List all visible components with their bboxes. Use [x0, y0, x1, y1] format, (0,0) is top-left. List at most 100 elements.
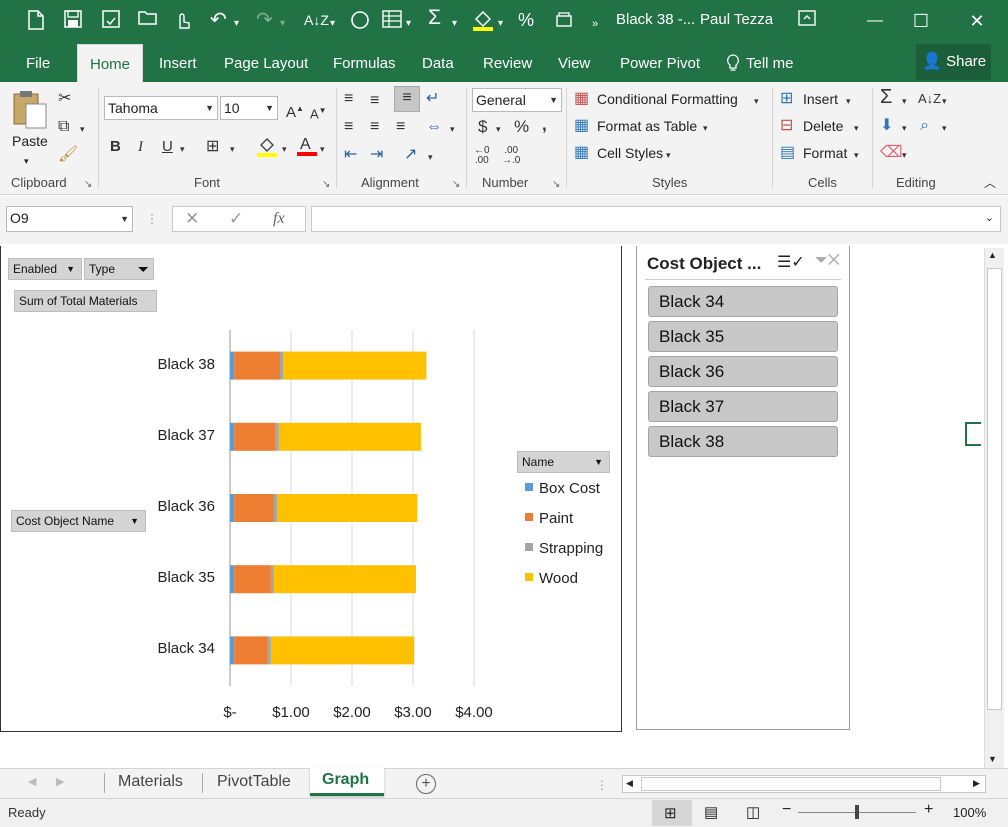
vertical-scroll-thumb[interactable]: [987, 268, 1002, 710]
share-button[interactable]: 👤 Share: [916, 44, 991, 80]
slicer[interactable]: Cost Object ... ☰✓ ⏷✕: [636, 246, 850, 730]
expand-formula-bar-icon[interactable]: ⌄: [985, 211, 994, 224]
bar-segment[interactable]: [230, 494, 235, 522]
collapse-ribbon-icon[interactable]: ︿: [984, 174, 996, 192]
cell-styles-dropdown-icon[interactable]: ▾: [666, 146, 671, 164]
clear-filter-icon[interactable]: ⏷✕: [815, 252, 840, 270]
italic-icon[interactable]: I: [138, 138, 143, 156]
bar-segment[interactable]: [278, 422, 421, 451]
percent-icon[interactable]: %: [514, 118, 529, 136]
bar-segment[interactable]: [273, 565, 417, 594]
format-dropdown-icon[interactable]: ▾: [854, 146, 859, 164]
sheet-tab-materials[interactable]: Materials: [118, 772, 183, 792]
bar-segment[interactable]: [267, 636, 271, 665]
vertical-scrollbar[interactable]: ▲ ▼: [984, 248, 1004, 768]
bar-segment[interactable]: [270, 565, 274, 594]
confirm-entry-icon[interactable]: ✓: [229, 210, 243, 228]
font-color-dropdown-icon[interactable]: ▾: [320, 140, 325, 158]
bar-segment[interactable]: [234, 565, 271, 594]
open-folder-icon[interactable]: [138, 10, 158, 31]
bar-segment[interactable]: [230, 422, 235, 451]
clear-icon[interactable]: ⌫: [880, 144, 903, 162]
ribbon-display-options-icon[interactable]: [798, 10, 816, 31]
copy-icon[interactable]: ⧉: [58, 118, 69, 136]
page-layout-view-icon[interactable]: ▤: [704, 803, 718, 821]
bar-segment[interactable]: [234, 351, 281, 380]
font-name-select[interactable]: Tahoma ▼: [104, 96, 218, 120]
insert-dropdown-icon[interactable]: ▾: [846, 92, 851, 110]
align-left-icon[interactable]: ≡: [344, 118, 353, 136]
merge-center-icon[interactable]: ⇔: [426, 118, 442, 136]
align-middle-icon[interactable]: ≡: [370, 92, 379, 110]
sort-filter-icon[interactable]: A↓Z: [918, 90, 941, 108]
format-cells-button[interactable]: Format: [803, 144, 847, 162]
number-format-select[interactable]: General ▼: [472, 88, 562, 112]
delete-dropdown-icon[interactable]: ▾: [854, 119, 859, 137]
orientation-dropdown-icon[interactable]: ▾: [428, 148, 433, 166]
form-dropdown-icon[interactable]: ▾: [406, 14, 411, 34]
increase-indent-icon[interactable]: ⇥: [370, 146, 383, 164]
clipboard-launcher-icon[interactable]: ↘: [84, 179, 94, 190]
sort-icon[interactable]: A↓Z: [304, 10, 329, 30]
slicer-item[interactable]: Black 34: [648, 286, 838, 317]
align-bottom-icon[interactable]: ≡: [394, 86, 420, 112]
font-color-icon[interactable]: A: [296, 134, 318, 161]
tab-power-pivot[interactable]: Power Pivot: [620, 54, 700, 74]
cell-styles-button[interactable]: Cell Styles: [597, 144, 663, 162]
insert-function-icon[interactable]: fx: [273, 210, 285, 228]
format-table-dropdown-icon[interactable]: ▾: [703, 119, 708, 137]
alignment-launcher-icon[interactable]: ↘: [452, 179, 462, 190]
tab-home[interactable]: Home: [77, 44, 144, 82]
scroll-down-icon[interactable]: ▼: [988, 754, 997, 764]
touch-mode-icon[interactable]: [174, 10, 192, 35]
fill-down-dropdown-icon[interactable]: ▾: [902, 119, 907, 137]
autosum-icon[interactable]: Σ: [880, 87, 892, 107]
orientation-icon[interactable]: ↗: [404, 146, 417, 164]
bar-segment[interactable]: [234, 422, 276, 451]
filter-enabled-button[interactable]: Enabled ▼: [8, 258, 82, 280]
pivot-chart[interactable]: Enabled ▼ Type ⏷ Sum of Total Materials Co…: [0, 246, 622, 732]
normal-view-button[interactable]: ⊞: [652, 800, 692, 826]
number-launcher-icon[interactable]: ↘: [552, 179, 562, 190]
share-workbook-icon[interactable]: [554, 10, 574, 33]
zoom-in-icon[interactable]: +: [924, 801, 933, 819]
tab-file[interactable]: File: [26, 54, 50, 74]
slicer-item[interactable]: Black 36: [648, 356, 838, 387]
sheet-tabs-splitter-icon[interactable]: ⋮: [596, 775, 608, 795]
sort-filter-dropdown-icon[interactable]: ▾: [942, 92, 947, 110]
increase-font-icon[interactable]: A▲: [286, 100, 304, 122]
wrap-text-icon[interactable]: ↵: [426, 90, 439, 108]
find-dropdown-icon[interactable]: ▾: [942, 119, 947, 137]
sheet-area[interactable]: Enabled ▼ Type ⏷ Sum of Total Materials Co…: [0, 246, 982, 766]
prev-sheet-icon[interactable]: ◀: [28, 772, 36, 792]
fill-color-dropdown-icon[interactable]: ▾: [498, 14, 503, 34]
fill-down-icon[interactable]: ⬇: [880, 117, 893, 135]
borders-icon[interactable]: ⊞: [206, 138, 219, 156]
currency-dropdown-icon[interactable]: ▾: [496, 120, 501, 138]
close-button[interactable]: ✕: [954, 8, 1000, 34]
bar-segment[interactable]: [234, 636, 268, 665]
underline-icon[interactable]: U: [162, 138, 173, 156]
legend-entry[interactable]: Box Cost: [525, 480, 600, 498]
name-box[interactable]: O9 ▼: [6, 206, 133, 232]
bar-segment[interactable]: [280, 351, 284, 380]
tab-review[interactable]: Review: [483, 54, 532, 74]
tab-data[interactable]: Data: [422, 54, 454, 74]
legend-entry[interactable]: Wood: [525, 570, 578, 588]
comma-icon[interactable]: ,: [542, 116, 547, 134]
delete-cells-icon[interactable]: ⊟: [780, 117, 793, 135]
format-cells-icon[interactable]: ▤: [780, 144, 795, 162]
zoom-slider-thumb[interactable]: [855, 805, 859, 819]
scroll-up-icon[interactable]: ▲: [988, 250, 997, 260]
conditional-formatting-button[interactable]: Conditional Formatting: [597, 90, 738, 108]
font-launcher-icon[interactable]: ↘: [322, 179, 332, 190]
currency-icon[interactable]: $: [478, 118, 487, 136]
autosum-ribbon-dropdown-icon[interactable]: ▾: [902, 92, 907, 110]
decrease-indent-icon[interactable]: ⇤: [344, 146, 357, 164]
form-icon[interactable]: [382, 10, 402, 33]
find-select-icon[interactable]: ⌕: [920, 117, 929, 135]
tab-page-layout[interactable]: Page Layout: [224, 54, 308, 74]
legend-entry[interactable]: Strapping: [525, 540, 603, 558]
zoom-out-icon[interactable]: −: [782, 801, 791, 819]
fill-dropdown-icon[interactable]: ▾: [282, 140, 287, 158]
